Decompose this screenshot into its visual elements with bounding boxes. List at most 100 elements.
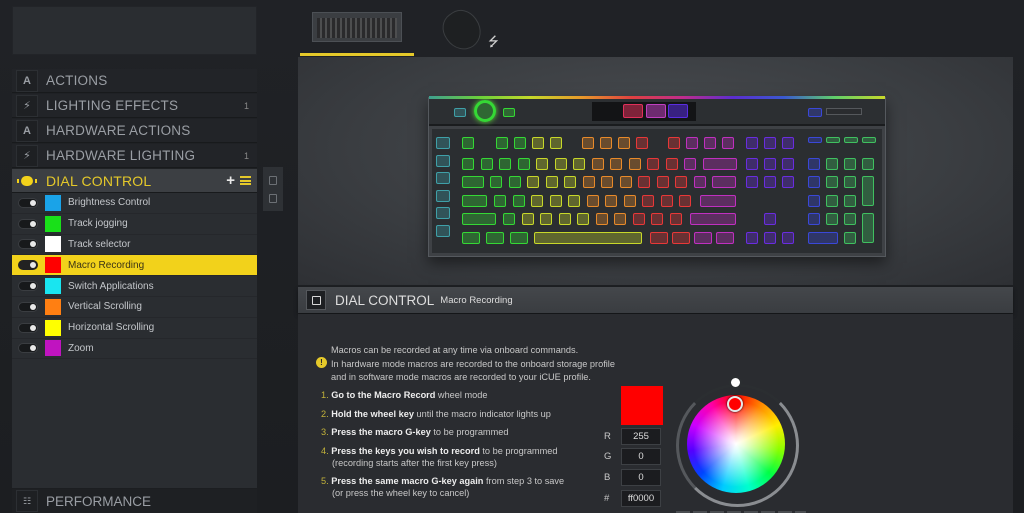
keyboard-key[interactable] bbox=[474, 100, 496, 122]
keyboard-key[interactable] bbox=[808, 213, 820, 225]
keyboard-key[interactable] bbox=[716, 232, 734, 244]
profile-area[interactable] bbox=[12, 6, 257, 55]
sidebar-item-hardware-actions[interactable]: A HARDWARE ACTIONS bbox=[12, 119, 257, 143]
keyboard-key[interactable] bbox=[549, 195, 562, 207]
keyboard-key[interactable] bbox=[844, 158, 856, 170]
keyboard-key[interactable] bbox=[486, 232, 504, 244]
keyboard-key[interactable] bbox=[651, 213, 663, 225]
keyboard-key[interactable] bbox=[586, 195, 599, 207]
red-input[interactable] bbox=[621, 428, 661, 445]
keyboard-key[interactable] bbox=[844, 195, 856, 207]
keyboard-key[interactable] bbox=[568, 195, 580, 207]
keyboard-key[interactable] bbox=[436, 224, 450, 237]
keyboard-key[interactable] bbox=[494, 195, 506, 207]
keyboard-key[interactable] bbox=[517, 158, 530, 170]
keyboard-key[interactable] bbox=[521, 213, 534, 225]
keyboard-key[interactable] bbox=[462, 213, 496, 225]
keyboard-key[interactable] bbox=[601, 176, 613, 188]
keyboard-key[interactable] bbox=[605, 195, 617, 207]
hex-input[interactable] bbox=[621, 490, 661, 507]
keyboard-key[interactable] bbox=[564, 176, 576, 188]
keyboard-key[interactable] bbox=[591, 158, 604, 170]
keyboard-key[interactable] bbox=[712, 176, 736, 188]
keyboard-key[interactable] bbox=[462, 176, 484, 188]
keyboard-key[interactable] bbox=[808, 108, 822, 117]
keyboard-key[interactable] bbox=[614, 213, 626, 225]
keyboard-key[interactable] bbox=[628, 158, 641, 170]
keyboard-key[interactable] bbox=[862, 137, 876, 143]
keyboard-key[interactable] bbox=[826, 158, 838, 170]
keyboard-key[interactable] bbox=[826, 176, 838, 188]
keyboard-key[interactable] bbox=[499, 158, 511, 170]
keyboard-key[interactable] bbox=[540, 213, 552, 225]
keyboard-key[interactable] bbox=[573, 158, 585, 170]
copy-icon[interactable] bbox=[269, 175, 277, 185]
keyboard-key[interactable] bbox=[490, 176, 502, 188]
dial-mode-item[interactable]: Track jogging bbox=[12, 214, 257, 235]
enable-toggle[interactable] bbox=[18, 322, 38, 333]
keyboard-key[interactable] bbox=[623, 195, 636, 207]
tab-mouse[interactable]: ⭍ bbox=[414, 0, 530, 57]
keyboard-key[interactable] bbox=[808, 158, 820, 170]
keyboard-key[interactable] bbox=[764, 232, 776, 244]
dial-mode-item[interactable]: Horizontal Scrolling bbox=[12, 318, 257, 339]
keyboard-key[interactable] bbox=[642, 195, 654, 207]
keyboard-key[interactable] bbox=[844, 176, 856, 188]
keyboard-key[interactable] bbox=[496, 137, 508, 149]
keyboard-key[interactable] bbox=[660, 195, 673, 207]
keyboard-key[interactable] bbox=[436, 207, 450, 219]
keyboard-key[interactable] bbox=[844, 213, 856, 225]
keyboard-key[interactable] bbox=[746, 137, 758, 149]
keyboard-key[interactable] bbox=[436, 189, 450, 202]
delete-icon[interactable] bbox=[269, 193, 277, 203]
keyboard-key[interactable] bbox=[684, 158, 696, 170]
dial-mode-item[interactable]: Macro Recording bbox=[12, 255, 257, 277]
keyboard-key[interactable] bbox=[808, 176, 820, 188]
keyboard-key[interactable] bbox=[647, 158, 659, 170]
keyboard-key[interactable] bbox=[480, 158, 493, 170]
keyboard-key[interactable] bbox=[844, 232, 856, 244]
dial-mode-item[interactable]: Zoom bbox=[12, 339, 257, 360]
keyboard-key[interactable] bbox=[618, 137, 630, 149]
keyboard-key[interactable] bbox=[462, 195, 487, 207]
keyboard-key[interactable] bbox=[668, 137, 680, 149]
keyboard-key[interactable] bbox=[782, 137, 794, 149]
keyboard-key[interactable] bbox=[704, 137, 716, 149]
keyboard-key[interactable] bbox=[782, 176, 794, 188]
keyboard-key[interactable] bbox=[503, 108, 515, 117]
keyboard-key[interactable] bbox=[686, 137, 698, 149]
dial-mode-item[interactable]: Vertical Scrolling bbox=[12, 297, 257, 318]
keyboard-key[interactable] bbox=[454, 108, 466, 117]
keyboard-key[interactable] bbox=[610, 158, 622, 170]
keyboard-key[interactable] bbox=[545, 176, 558, 188]
keyboard-key[interactable] bbox=[656, 176, 669, 188]
keyboard-key[interactable] bbox=[679, 195, 691, 207]
keyboard-key[interactable] bbox=[862, 176, 874, 206]
tab-keyboard[interactable] bbox=[298, 0, 414, 56]
keyboard-key[interactable] bbox=[577, 213, 589, 225]
enable-toggle[interactable] bbox=[18, 343, 38, 354]
enable-toggle[interactable] bbox=[18, 301, 38, 312]
keyboard-key[interactable] bbox=[436, 172, 450, 184]
keyboard-key[interactable] bbox=[764, 137, 776, 149]
keyboard-key[interactable] bbox=[636, 137, 648, 149]
sidebar-item-lighting-effects[interactable]: ⚡ LIGHTING EFFECTS 1 bbox=[12, 94, 257, 118]
keyboard-key[interactable] bbox=[782, 232, 794, 244]
keyboard-key[interactable] bbox=[532, 137, 544, 149]
keyboard-key[interactable] bbox=[844, 137, 858, 143]
enable-toggle[interactable] bbox=[18, 260, 38, 271]
sidebar-item-hardware-lighting[interactable]: ⚡ HARDWARE LIGHTING 1 bbox=[12, 144, 257, 168]
keyboard-key[interactable] bbox=[531, 195, 543, 207]
keyboard-key[interactable] bbox=[808, 232, 838, 244]
enable-toggle[interactable] bbox=[18, 197, 38, 208]
keyboard-key[interactable] bbox=[554, 158, 567, 170]
keyboard-key[interactable] bbox=[690, 213, 736, 225]
edit-icon[interactable] bbox=[306, 290, 326, 310]
enable-toggle[interactable] bbox=[18, 239, 38, 250]
dial-mode-item[interactable]: Switch Applications bbox=[12, 276, 257, 297]
keyboard-key[interactable] bbox=[694, 232, 712, 244]
enable-toggle[interactable] bbox=[18, 218, 38, 229]
keyboard-key[interactable] bbox=[669, 213, 682, 225]
dial-mode-item[interactable]: Brightness Control bbox=[12, 193, 257, 214]
keyboard-key[interactable] bbox=[600, 137, 612, 149]
